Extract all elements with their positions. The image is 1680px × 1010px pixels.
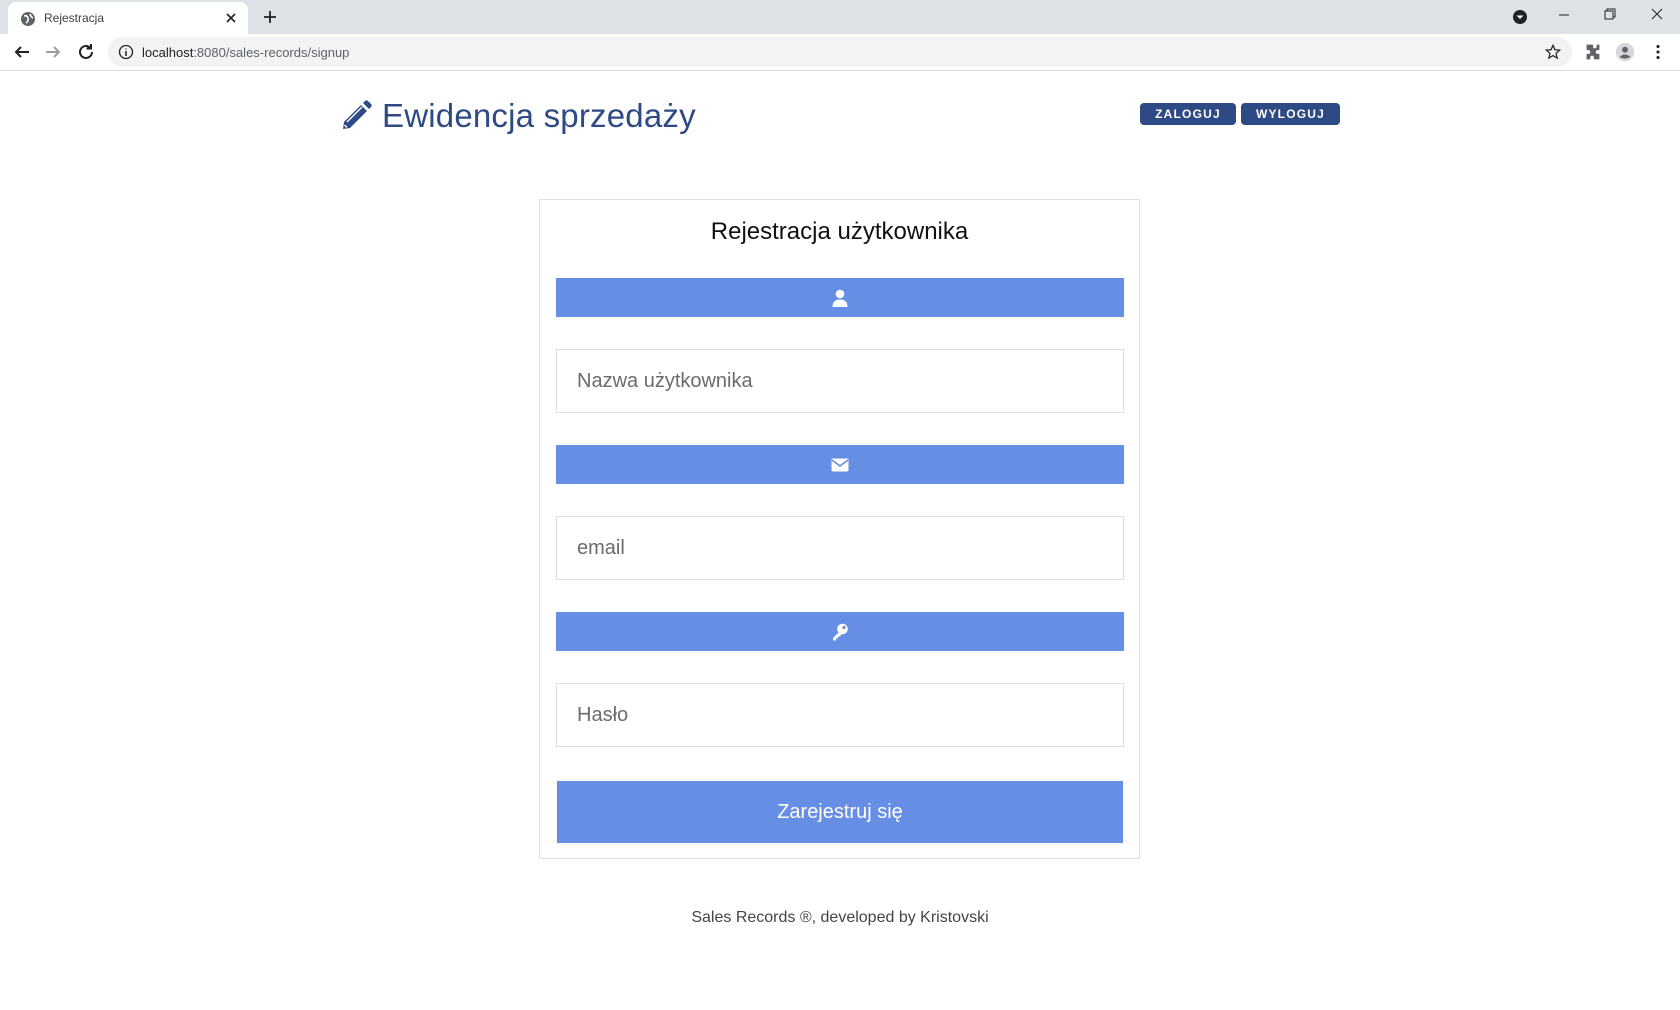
- forward-icon[interactable]: [41, 40, 65, 64]
- signup-card: Rejestracja użytkownika Zarejestruj się: [539, 199, 1140, 859]
- tab-search-icon[interactable]: [1510, 7, 1530, 27]
- register-button[interactable]: Zarejestruj się: [557, 781, 1123, 843]
- pencil-icon: [343, 100, 372, 129]
- browser-toolbar: localhost:8080/sales-records/signup: [0, 34, 1680, 71]
- brand-header[interactable]: Ewidencja sprzedaży: [338, 94, 696, 138]
- profile-avatar-icon[interactable]: [1614, 41, 1636, 63]
- url-text: localhost:8080/sales-records/signup: [142, 45, 349, 60]
- globe-icon: [21, 12, 35, 26]
- username-icon-bar: [556, 278, 1124, 317]
- key-icon: [833, 623, 848, 640]
- user-icon: [832, 289, 848, 307]
- email-icon-bar: [556, 445, 1124, 484]
- bookmark-star-icon[interactable]: [1544, 43, 1562, 61]
- password-input[interactable]: [556, 683, 1124, 747]
- close-window-icon[interactable]: [1634, 0, 1680, 34]
- minimize-icon[interactable]: [1541, 0, 1587, 34]
- url-host: localhost: [142, 45, 194, 60]
- browser-tab-bar: Rejestracja: [0, 0, 1680, 34]
- form-title: Rejestracja użytkownika: [710, 218, 969, 245]
- reload-icon[interactable]: [74, 40, 98, 64]
- restore-icon[interactable]: [1587, 0, 1633, 34]
- close-tab-icon[interactable]: [222, 9, 240, 27]
- tab-title: Rejestracja: [44, 11, 105, 25]
- login-button[interactable]: ZALOGUJ: [1140, 103, 1236, 125]
- brand-title: Ewidencja sprzedaży: [382, 97, 696, 134]
- site-info-icon[interactable]: [118, 44, 134, 60]
- new-tab-icon[interactable]: [260, 7, 280, 27]
- back-icon[interactable]: [10, 40, 34, 64]
- password-icon-bar: [556, 612, 1124, 651]
- address-bar[interactable]: localhost:8080/sales-records/signup: [108, 37, 1572, 67]
- browser-tab[interactable]: Rejestracja: [8, 2, 248, 34]
- footer-text: Sales Records ®, developed by Kristovski: [691, 909, 989, 926]
- extensions-icon[interactable]: [1582, 41, 1604, 63]
- logout-button[interactable]: WYLOGUJ: [1241, 103, 1340, 125]
- menu-kebab-icon[interactable]: [1647, 41, 1669, 63]
- email-input[interactable]: [556, 516, 1124, 580]
- envelope-icon: [831, 458, 849, 471]
- username-input[interactable]: [556, 349, 1124, 413]
- url-path: :8080/sales-records/signup: [193, 45, 350, 60]
